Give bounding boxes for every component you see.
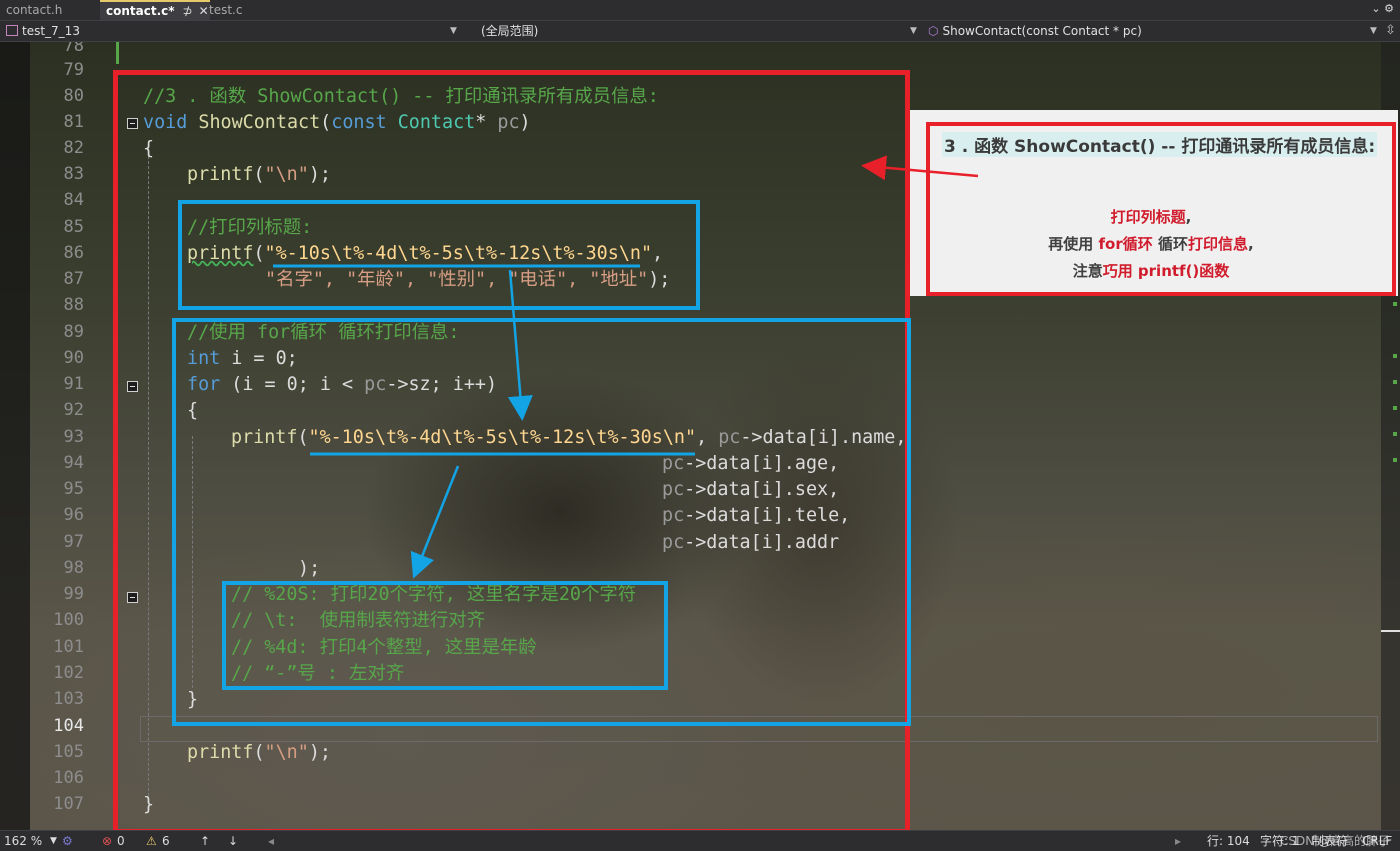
red-arrow xyxy=(861,155,979,181)
row-indicator: 行: 104 xyxy=(1207,834,1250,848)
blue-arrow xyxy=(507,269,533,421)
warning-count[interactable]: 6 xyxy=(162,831,170,851)
blue-arrow xyxy=(410,465,460,579)
scroll-right-icon[interactable]: ▸ xyxy=(1175,831,1181,851)
scroll-left-icon[interactable]: ◂ xyxy=(268,831,274,851)
chevron-down-icon[interactable]: ▼ xyxy=(50,831,57,851)
error-count[interactable]: 0 xyxy=(117,831,125,851)
warning-icon: ⚠ xyxy=(146,834,157,848)
arrow-down-icon[interactable]: ↓ xyxy=(228,831,238,851)
health-icon[interactable]: ⚙ xyxy=(62,831,73,851)
zoom-level[interactable]: 162 % xyxy=(4,831,42,851)
status-bar: 162 % ▼ ⚙ ⊗ 0 ⚠ 6 ↑ ↓ ◂ ▸ 行: 104 字符: 1 制… xyxy=(0,830,1400,851)
annotation-arrows xyxy=(273,155,979,579)
watermark: CSDN @高高的胖子 xyxy=(1280,834,1391,848)
error-icon: ⊗ xyxy=(102,834,113,848)
arrow-up-icon[interactable]: ↑ xyxy=(200,831,210,851)
